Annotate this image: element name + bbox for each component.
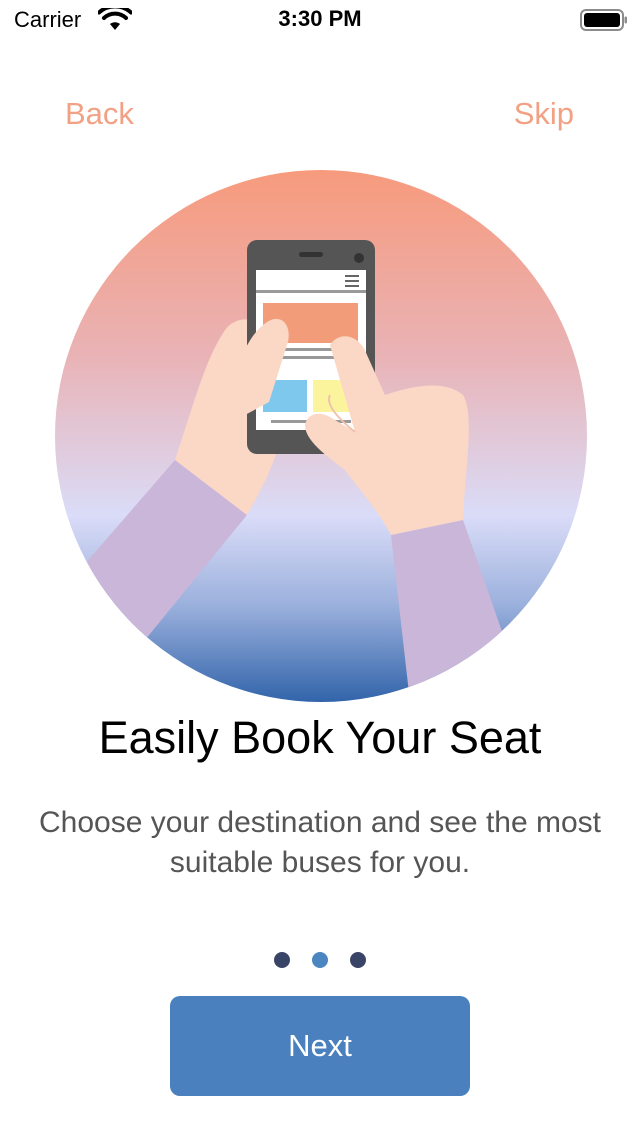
back-button[interactable]: Back (65, 96, 134, 132)
status-bar: Carrier 3:30 PM (0, 0, 640, 40)
page-dot-3[interactable] (350, 952, 367, 968)
battery-icon (580, 9, 627, 31)
page-dot-2[interactable] (312, 952, 328, 968)
onboarding-title: Easily Book Your Seat (98, 712, 542, 763)
skip-button[interactable]: Skip (514, 96, 574, 132)
next-button[interactable]: Next (170, 996, 470, 1096)
page-indicator[interactable] (0, 952, 640, 968)
page-dot-1[interactable] (273, 952, 290, 968)
onboarding-illustration (55, 170, 587, 702)
onboarding-subtitle: Choose your destination and see the most… (38, 806, 602, 879)
status-time: 3:30 PM (278, 6, 362, 31)
